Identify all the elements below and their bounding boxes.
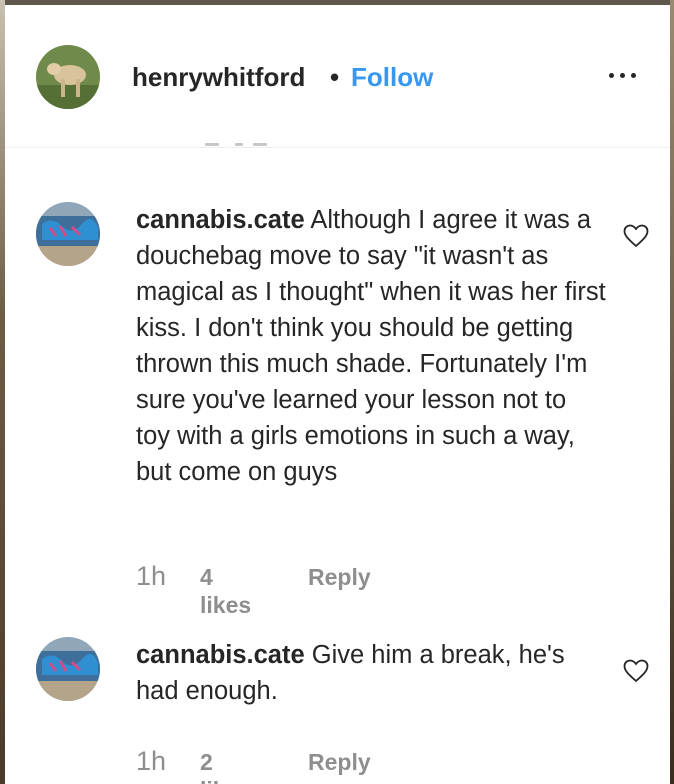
comment-likes-count[interactable]: 2 likes	[200, 748, 251, 784]
background-edge-right	[670, 0, 674, 784]
graffiti-avatar-image	[36, 637, 100, 701]
avatar[interactable]	[36, 45, 100, 109]
comment-body: cannabis.cate Give him a break, he's had…	[136, 637, 606, 709]
comment-username[interactable]: cannabis.cate	[136, 206, 305, 234]
graffiti-avatar-image	[36, 202, 100, 266]
comments-panel: henrywhitford • Follow cannabis.cate Alt…	[5, 5, 670, 784]
comment-text: Although I agree it was a douchebag move…	[136, 206, 606, 486]
dog-avatar-image	[36, 45, 100, 109]
post-author-username[interactable]: henrywhitford	[132, 62, 305, 92]
comment-timestamp[interactable]: 1h	[136, 561, 166, 591]
scrolled-text-remnant	[205, 143, 275, 153]
comment-item: cannabis.cate Although I agree it was a …	[5, 202, 670, 618]
separator-dot: •	[330, 62, 340, 92]
avatar[interactable]	[36, 637, 100, 701]
comment-timestamp[interactable]: 1h	[136, 746, 166, 776]
heart-outline-icon[interactable]	[623, 224, 649, 248]
heart-outline-icon[interactable]	[623, 659, 649, 683]
comment-body: cannabis.cate Although I agree it was a …	[136, 202, 606, 490]
follow-button[interactable]: Follow	[351, 62, 433, 92]
post-header: henrywhitford • Follow	[5, 5, 670, 148]
comment-username[interactable]: cannabis.cate	[136, 641, 305, 669]
avatar[interactable]	[36, 202, 100, 266]
comment-likes-count[interactable]: 4 likes	[200, 563, 251, 619]
comment-item: cannabis.cate Give him a break, he's had…	[5, 637, 670, 784]
more-options-icon[interactable]	[606, 63, 640, 87]
reply-button[interactable]: Reply	[308, 748, 371, 776]
reply-button[interactable]: Reply	[308, 563, 371, 591]
